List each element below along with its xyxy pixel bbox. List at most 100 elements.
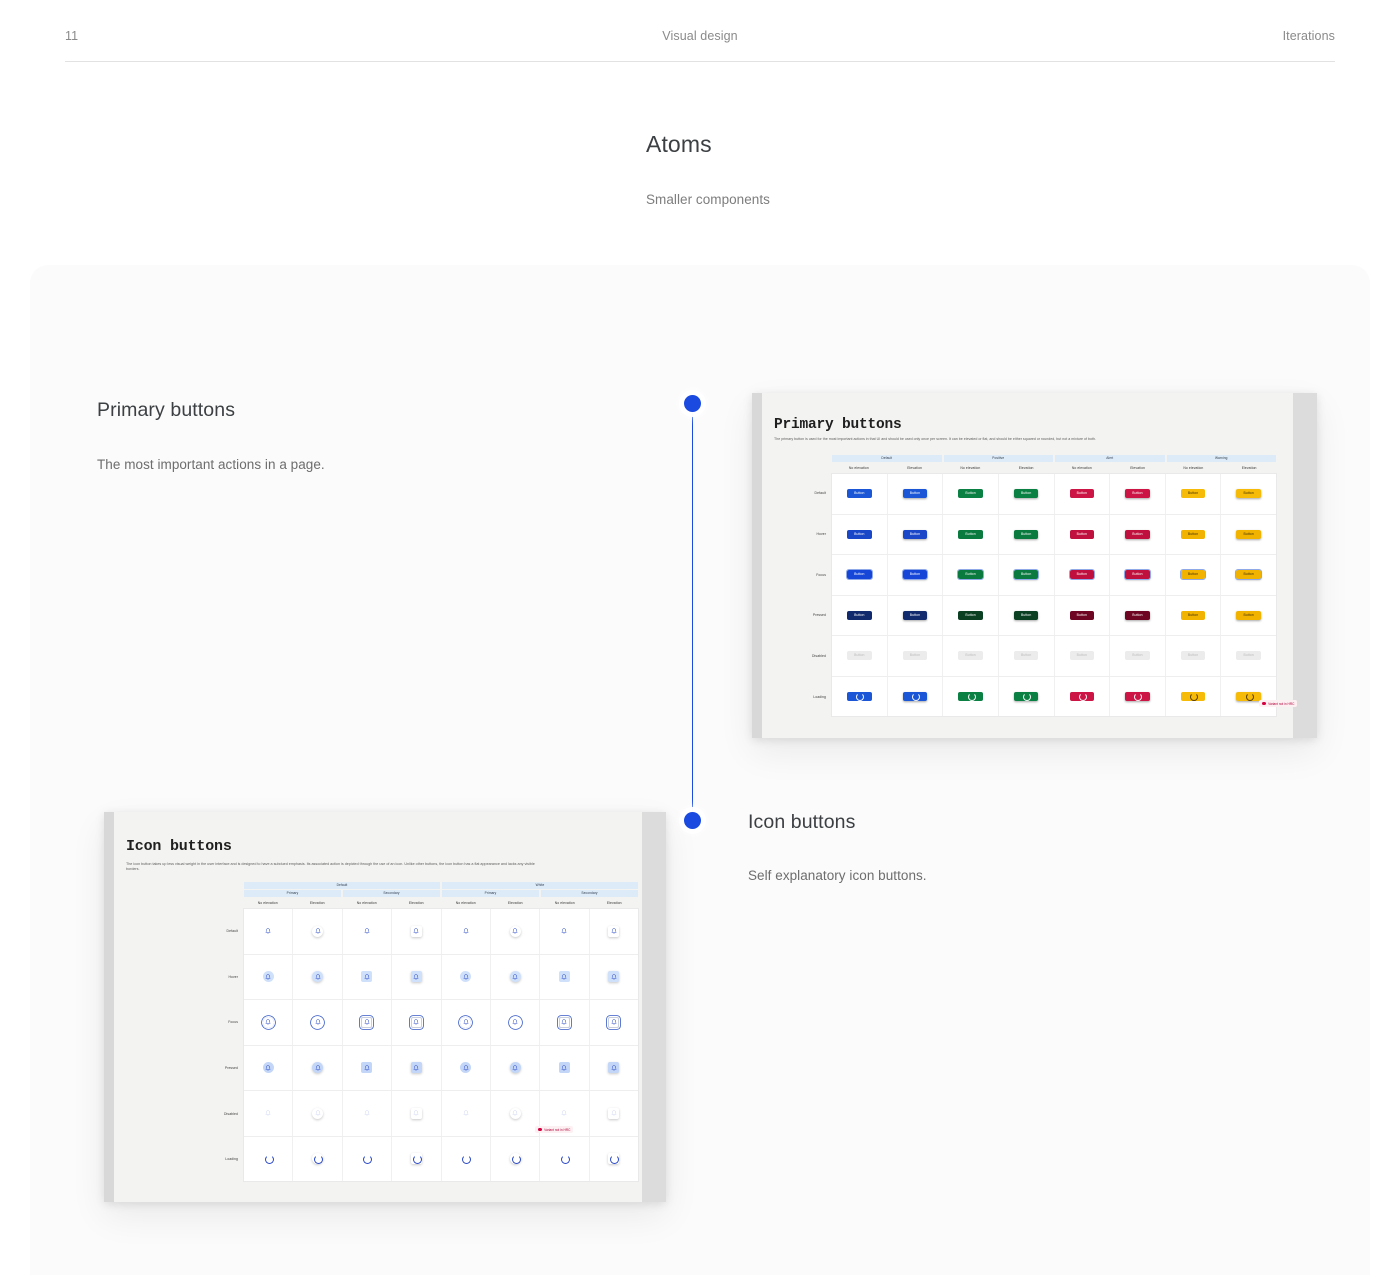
bell-icon-button[interactable] [559,926,570,937]
timeline-dot-primary-buttons[interactable] [684,395,701,412]
demo-button[interactable]: Button [1069,610,1095,620]
bell-icon-button[interactable] [361,926,372,937]
demo-button[interactable]: Button [1013,691,1039,702]
demo-button[interactable]: Button [902,529,928,539]
demo-button[interactable]: Button [958,489,983,499]
bell-icon-button[interactable] [312,925,324,937]
demo-button[interactable]: Button [847,489,872,499]
bell-icon-button[interactable] [262,1062,274,1074]
demo-button[interactable]: Button [958,610,983,620]
bell-icon-button[interactable] [558,1062,570,1074]
bell-icon-button[interactable] [509,1062,521,1074]
bell-icon-button[interactable] [312,1107,324,1119]
bell-icon-button[interactable] [361,971,373,983]
bell-icon-button[interactable] [361,1153,373,1165]
bell-icon-button[interactable] [410,925,422,937]
demo-button[interactable]: Button [958,529,983,539]
bell-icon-button[interactable] [509,1016,521,1028]
demo-button[interactable]: Button [1180,651,1206,661]
bell-icon-button[interactable] [608,1062,620,1074]
bell-icon-button[interactable] [312,1153,324,1165]
bell-icon-button[interactable] [608,925,620,937]
demo-button[interactable]: Button [902,489,928,499]
demo-button[interactable]: Button [1179,568,1208,582]
bell-icon-button[interactable] [263,1017,274,1028]
bell-icon-button[interactable] [312,971,324,983]
bell-icon-button[interactable] [558,1016,570,1028]
demo-button[interactable]: Button [1069,489,1095,499]
bell-icon-button[interactable] [460,926,471,937]
bell-icon-button[interactable] [410,1153,422,1165]
demo-button[interactable]: Button [902,610,928,620]
bell-icon-button[interactable] [312,1062,324,1074]
bell-icon-button[interactable] [460,971,472,983]
bell-icon-button[interactable] [460,1062,472,1074]
bell-icon-button[interactable] [509,1153,521,1165]
demo-button[interactable]: Button [1125,529,1150,539]
bell-icon-button[interactable] [312,1016,324,1028]
bell-icon-button[interactable] [509,1107,521,1119]
demo-button[interactable]: Button [1236,489,1261,499]
bell-icon-button[interactable] [608,1016,620,1028]
demo-button[interactable]: Button [1013,610,1039,620]
demo-button[interactable]: Button [1236,529,1261,539]
bell-icon-button[interactable] [559,1108,570,1119]
bell-icon-button[interactable] [263,1108,274,1119]
bell-icon-button[interactable] [361,1108,372,1119]
bell-icon-button[interactable] [361,1062,373,1074]
demo-button[interactable]: Button [1236,691,1261,702]
bell-icon-button[interactable] [361,1016,373,1028]
bell-icon-button[interactable] [509,971,521,983]
demo-button[interactable]: Button [1125,489,1150,499]
demo-button[interactable]: Button [845,568,874,582]
demo-button[interactable]: Button [1125,691,1150,702]
demo-button[interactable]: Button [1012,568,1041,582]
bell-icon-button[interactable] [608,971,620,983]
demo-button[interactable]: Button [1180,489,1206,499]
demo-button[interactable]: Button [847,691,872,702]
demo-button[interactable]: Button [958,651,983,661]
demo-button[interactable]: Button [847,529,872,539]
icon-buttons-artboard[interactable]: Icon buttons The icon button takes up le… [104,812,666,1202]
demo-button[interactable]: Button [1180,529,1206,539]
demo-button[interactable]: Button [1123,568,1152,582]
demo-button[interactable]: Button [1067,568,1096,582]
primary-buttons-artboard[interactable]: Primary buttons The primary button is us… [752,393,1317,738]
demo-button[interactable]: Button [1069,691,1095,702]
demo-button[interactable]: Button [1236,610,1261,620]
bell-icon-button[interactable] [410,1016,422,1028]
timeline-dot-icon-buttons[interactable] [684,812,701,829]
demo-button[interactable]: Button [1069,529,1095,539]
bell-icon-button[interactable] [460,1108,471,1119]
bell-icon-button[interactable] [460,1153,472,1165]
bell-icon-button[interactable] [410,971,422,983]
demo-button[interactable]: Button [1125,610,1150,620]
demo-button[interactable]: Button [956,568,985,582]
bell-icon-button[interactable] [558,971,570,983]
demo-button[interactable]: Button [902,651,928,661]
demo-button[interactable]: Button [1069,651,1095,661]
bell-icon-button[interactable] [460,1017,471,1028]
demo-button[interactable]: Button [902,691,928,702]
demo-button[interactable]: Button [1234,568,1263,582]
demo-button[interactable]: Button [900,568,929,582]
bell-icon-button[interactable] [509,925,521,937]
demo-button[interactable]: Button [1125,651,1150,661]
bell-icon-button[interactable] [608,1153,620,1165]
bell-icon-button[interactable] [410,1107,422,1119]
demo-button[interactable]: Button [1013,651,1039,661]
demo-button[interactable]: Button [1013,529,1039,539]
demo-button[interactable]: Button [1236,651,1261,661]
bell-icon-button[interactable] [410,1062,422,1074]
bell-icon-button[interactable] [263,1153,274,1165]
demo-button[interactable]: Button [1013,489,1039,499]
bell-icon-button[interactable] [262,971,274,983]
bell-icon-button[interactable] [263,926,274,937]
demo-button[interactable]: Button [847,610,872,620]
demo-button[interactable]: Button [1180,610,1206,620]
demo-button[interactable]: Button [847,651,872,661]
bell-icon-button[interactable] [608,1107,620,1119]
demo-button[interactable]: Button [958,691,983,702]
demo-button[interactable]: Button [1180,691,1206,702]
bell-icon-button[interactable] [559,1153,570,1165]
